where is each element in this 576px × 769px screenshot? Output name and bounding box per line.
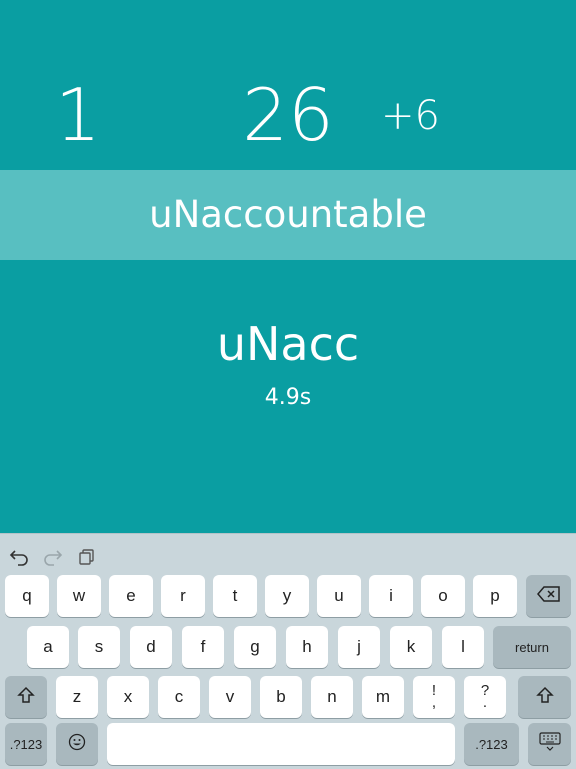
target-word: uNaccountable xyxy=(0,170,576,260)
key-p[interactable]: p xyxy=(473,575,517,617)
numbers-key-right[interactable]: .?123 xyxy=(464,723,519,765)
shift-key-right[interactable] xyxy=(518,676,571,718)
shift-key-left[interactable] xyxy=(5,676,47,718)
key-l[interactable]: l xyxy=(442,626,484,668)
key-question-period[interactable]: ?. xyxy=(464,676,506,718)
key-d[interactable]: d xyxy=(130,626,172,668)
key-b[interactable]: b xyxy=(260,676,302,718)
key-c[interactable]: c xyxy=(158,676,200,718)
key-n[interactable]: n xyxy=(311,676,353,718)
key-g[interactable]: g xyxy=(234,626,276,668)
timer: 4.9s xyxy=(264,385,312,410)
key-o[interactable]: o xyxy=(421,575,465,617)
key-u[interactable]: u xyxy=(317,575,361,617)
key-bottom-char: , xyxy=(431,694,437,711)
score-value: 26 xyxy=(242,73,334,157)
hide-keyboard-key[interactable] xyxy=(528,723,571,765)
key-m[interactable]: m xyxy=(362,676,404,718)
numbers-key-left[interactable]: .?123 xyxy=(5,723,47,765)
shift-icon xyxy=(535,686,554,709)
emoji-icon xyxy=(68,733,86,756)
space-bar[interactable] xyxy=(107,723,455,765)
key-a[interactable]: a xyxy=(27,626,69,668)
key-z[interactable]: z xyxy=(56,676,98,718)
clipboard-icon[interactable] xyxy=(76,546,98,568)
key-j[interactable]: j xyxy=(338,626,380,668)
key-i[interactable]: i xyxy=(369,575,413,617)
on-screen-keyboard: q w e r t y u i o p a s d f g h j k l re… xyxy=(0,533,576,769)
shift-icon xyxy=(17,686,35,709)
backspace-key[interactable] xyxy=(526,575,571,617)
key-y[interactable]: y xyxy=(265,575,309,617)
score-bar: 1 26 +6 xyxy=(0,0,576,170)
key-e[interactable]: e xyxy=(109,575,153,617)
undo-icon[interactable] xyxy=(8,546,30,568)
key-q[interactable]: q xyxy=(5,575,49,617)
key-v[interactable]: v xyxy=(209,676,251,718)
key-r[interactable]: r xyxy=(161,575,205,617)
key-t[interactable]: t xyxy=(213,575,257,617)
keyboard-hide-icon xyxy=(538,731,561,757)
key-s[interactable]: s xyxy=(78,626,120,668)
typed-text: uNacc xyxy=(216,317,360,371)
key-exclamation-comma[interactable]: !, xyxy=(413,676,455,718)
key-k[interactable]: k xyxy=(390,626,432,668)
key-bottom-char: . xyxy=(482,694,488,711)
key-x[interactable]: x xyxy=(107,676,149,718)
emoji-key[interactable] xyxy=(56,723,98,765)
return-key[interactable]: return xyxy=(493,626,571,668)
key-h[interactable]: h xyxy=(286,626,328,668)
key-w[interactable]: w xyxy=(57,575,101,617)
bonus-points: +6 xyxy=(381,93,440,139)
key-f[interactable]: f xyxy=(182,626,224,668)
redo-icon[interactable] xyxy=(42,546,64,568)
backspace-icon xyxy=(536,585,561,607)
